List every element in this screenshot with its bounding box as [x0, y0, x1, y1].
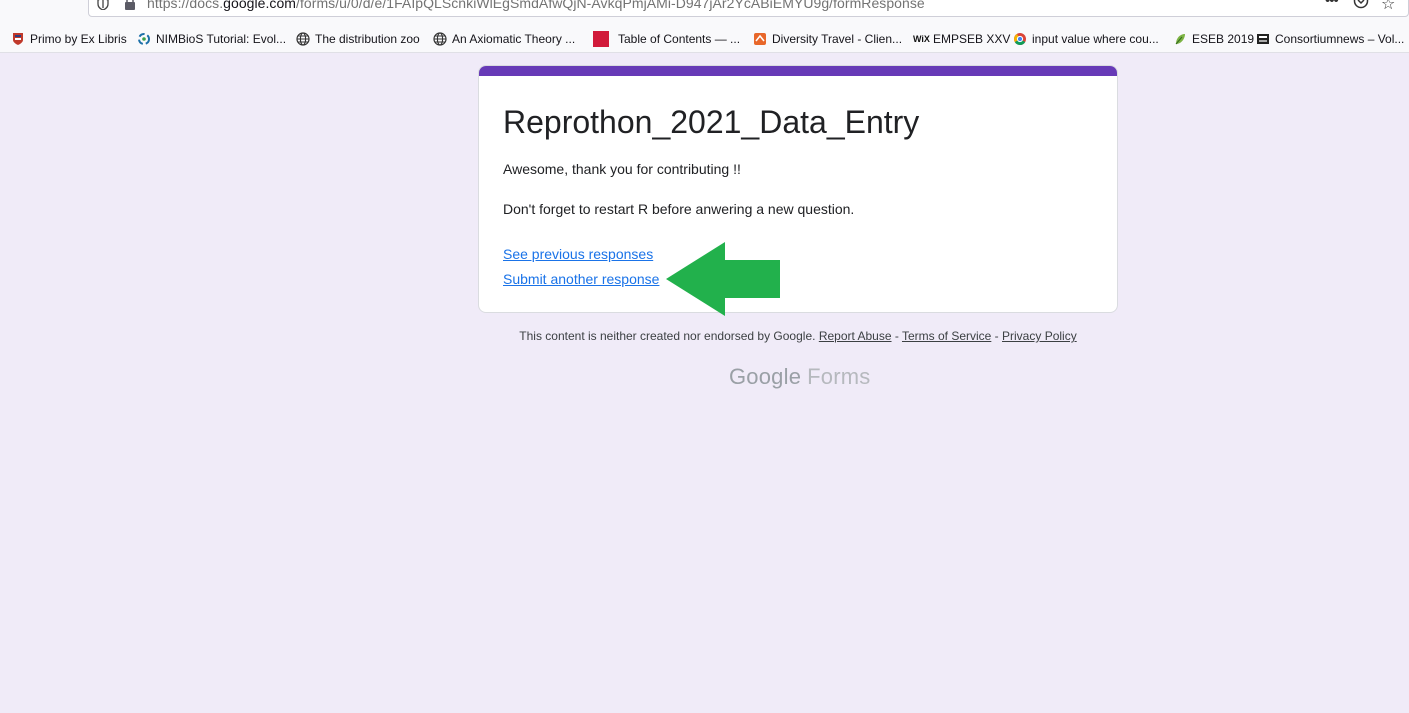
- reminder-message: Don't forget to restart R before anwerin…: [503, 201, 855, 217]
- consortiumnews-icon: [1257, 34, 1269, 44]
- leaf-icon: [1175, 34, 1185, 45]
- bookmark-label: input value where cou...: [1032, 32, 1159, 46]
- bookmark-axiomatic-theory[interactable]: An Axiomatic Theory ...: [433, 31, 575, 47]
- form-title: Reprothon_2021_Data_Entry: [503, 104, 920, 140]
- bookmark-label: Diversity Travel - Clien...: [772, 32, 903, 46]
- separator: -: [891, 329, 902, 343]
- bookmark-diversity-travel[interactable]: Diversity Travel - Clien...: [753, 31, 902, 47]
- lock-icon[interactable]: [124, 0, 136, 10]
- globe-icon: [296, 32, 310, 46]
- globe-icon: [433, 32, 447, 46]
- bookmark-label: EMPSEB XXV: [933, 32, 1011, 46]
- shield-icon[interactable]: [97, 0, 109, 10]
- bookmark-distribution-zoo[interactable]: The distribution zoo: [296, 31, 420, 47]
- footer-disclaimer: This content is neither created nor endo…: [0, 329, 1409, 343]
- submit-another-response-link[interactable]: Submit another response: [503, 271, 659, 287]
- terms-of-service-link[interactable]: Terms of Service: [902, 329, 991, 343]
- red-square-icon: [593, 31, 609, 47]
- confirmation-message: Awesome, thank you for contributing !!: [503, 161, 741, 177]
- url-prefix: https://docs.: [147, 0, 224, 11]
- primo-icon: [13, 33, 23, 45]
- wix-icon: WiX: [913, 34, 930, 44]
- google-forms-logo[interactable]: Google Forms: [729, 364, 870, 390]
- bookmark-label: An Axiomatic Theory ...: [452, 32, 576, 46]
- bookmark-label: The distribution zoo: [315, 32, 420, 46]
- url-bar-area: https://docs.google.com/forms/u/0/d/e/1F…: [0, 0, 1409, 22]
- pocket-icon[interactable]: [1353, 0, 1369, 9]
- chrome-icon: [1014, 33, 1026, 46]
- logo-google: Google: [729, 364, 802, 389]
- diversity-travel-icon: [754, 33, 766, 45]
- bookmarks-toolbar: Primo by Ex Libris NIMBioS Tutorial: Evo…: [0, 22, 1409, 53]
- bookmark-star-icon[interactable]: ☆: [1381, 0, 1395, 14]
- form-confirmation-card: Reprothon_2021_Data_Entry Awesome, thank…: [478, 65, 1118, 313]
- see-previous-responses-link[interactable]: See previous responses: [503, 246, 653, 262]
- logo-forms: Forms: [807, 364, 871, 389]
- bookmark-label: Primo by Ex Libris: [30, 32, 127, 46]
- bookmark-empseb[interactable]: WiX EMPSEB XXV: [913, 31, 1010, 47]
- url-text[interactable]: https://docs.google.com/forms/u/0/d/e/1F…: [147, 0, 925, 11]
- bookmark-primo[interactable]: Primo by Ex Libris: [11, 31, 127, 47]
- card-accent-bar: [479, 66, 1117, 76]
- annotation-arrow-icon: [666, 242, 780, 316]
- nimbios-icon: [138, 33, 150, 45]
- url-path: /forms/u/0/d/e/1FAIpQLScnkiWlEgSmdAfwQjN…: [296, 0, 925, 11]
- privacy-policy-link[interactable]: Privacy Policy: [1002, 329, 1077, 343]
- bookmark-nimbios[interactable]: NIMBioS Tutorial: Evol...: [137, 31, 286, 47]
- bookmark-label: Table of Contents — ...: [618, 32, 741, 46]
- bookmark-input-value[interactable]: input value where cou...: [1013, 31, 1159, 47]
- bookmark-label: ESEB 2019: [1192, 32, 1255, 46]
- disclaimer-text: This content is neither created nor endo…: [519, 329, 816, 343]
- report-abuse-link[interactable]: Report Abuse: [819, 329, 892, 343]
- url-host: google.com: [223, 0, 297, 11]
- bookmark-label: NIMBioS Tutorial: Evol...: [156, 32, 287, 46]
- bookmark-eseb-2019[interactable]: ESEB 2019: [1173, 31, 1254, 47]
- more-actions-icon[interactable]: •••: [1325, 0, 1339, 9]
- bookmark-table-of-contents[interactable]: Table of Contents — ...: [593, 31, 740, 47]
- bookmark-label: Consortiumnews – Vol...: [1275, 32, 1405, 46]
- separator: -: [991, 329, 1003, 343]
- bookmark-consortiumnews[interactable]: Consortiumnews – Vol...: [1256, 31, 1404, 47]
